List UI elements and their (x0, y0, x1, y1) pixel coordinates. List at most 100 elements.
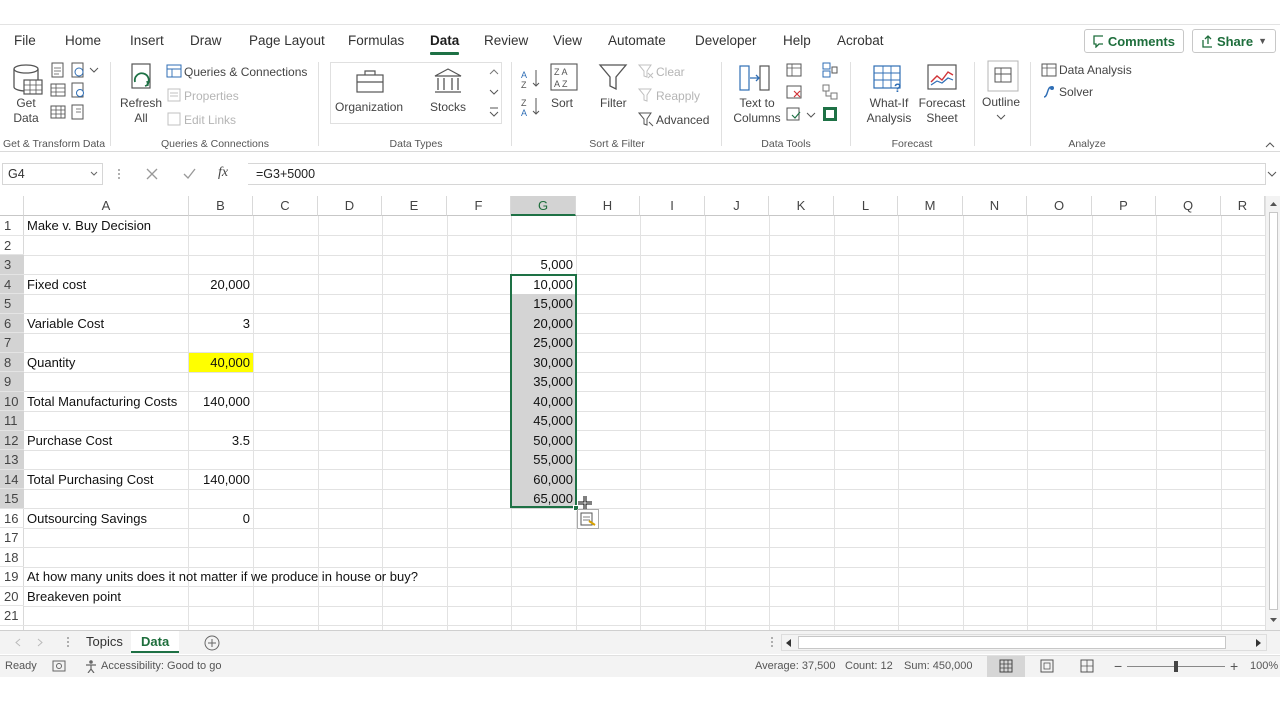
row-header[interactable]: 14 (0, 470, 24, 489)
normal-view-icon[interactable] (999, 659, 1013, 673)
cell-b10[interactable]: 140,000 (189, 392, 253, 412)
filter-button[interactable]: Filter (600, 96, 627, 110)
row-header[interactable]: 18 (0, 548, 24, 567)
text-to-columns-button[interactable]: Text to Columns (730, 96, 784, 126)
tab-home[interactable]: Home (65, 33, 101, 48)
select-all-button[interactable] (0, 196, 24, 216)
cell-g11[interactable]: 45,000 (511, 411, 576, 431)
data-analysis-button[interactable]: Data Analysis (1059, 63, 1132, 77)
accessibility-status[interactable]: Accessibility: Good to go (101, 660, 221, 672)
column-header[interactable]: A (24, 196, 189, 216)
row-header[interactable]: 10 (0, 392, 24, 411)
page-layout-view-icon[interactable] (1040, 659, 1054, 673)
row-header[interactable]: 5 (0, 294, 24, 314)
vertical-scrollbar[interactable] (1265, 196, 1280, 630)
cell-a6[interactable]: Variable Cost (24, 314, 107, 334)
enter-icon[interactable] (182, 167, 196, 181)
name-box[interactable]: G4 (2, 163, 103, 185)
row-header[interactable]: 20 (0, 587, 24, 606)
cell-g3[interactable]: 5,000 (511, 255, 576, 275)
tab-page-layout[interactable]: Page Layout (249, 33, 325, 48)
get-data-button[interactable]: Get Data (8, 96, 44, 126)
refresh-all-button[interactable]: Refresh All (118, 96, 164, 126)
cell-a10[interactable]: Total Manufacturing Costs (24, 392, 180, 412)
share-button[interactable]: Share ▼ (1192, 29, 1276, 53)
row-header[interactable]: 9 (0, 372, 24, 392)
horizontal-scroll-thumb[interactable] (798, 636, 1226, 649)
zoom-level[interactable]: 100% (1250, 660, 1278, 672)
row-header[interactable]: 6 (0, 314, 24, 333)
cell-a12[interactable]: Purchase Cost (24, 431, 115, 451)
cell-b4[interactable]: 20,000 (189, 275, 253, 295)
macro-recording-icon[interactable] (52, 659, 66, 673)
auto-fill-options-icon[interactable] (577, 509, 599, 529)
column-header[interactable]: M (898, 196, 963, 216)
outline-button[interactable]: Outline (982, 95, 1020, 109)
cell-g15[interactable]: 65,000 (511, 489, 576, 509)
column-header[interactable]: P (1092, 196, 1156, 216)
what-if-analysis-button[interactable]: What-If Analysis (862, 96, 916, 126)
cell-g4-active[interactable]: 10,000 (511, 274, 576, 294)
cell-a14[interactable]: Total Purchasing Cost (24, 470, 156, 490)
cell-a20[interactable]: Breakeven point (24, 587, 124, 607)
stocks-button[interactable]: Stocks (430, 100, 466, 114)
reapply-button[interactable]: Reapply (656, 89, 700, 103)
column-header[interactable]: F (447, 196, 511, 216)
row-header[interactable]: 15 (0, 489, 24, 509)
tab-developer[interactable]: Developer (695, 33, 757, 48)
edit-links-button[interactable]: Edit Links (184, 113, 236, 127)
row-header[interactable]: 16 (0, 509, 24, 528)
cell-a8[interactable]: Quantity (24, 353, 78, 373)
solver-button[interactable]: Solver (1059, 85, 1093, 99)
horizontal-scrollbar[interactable] (781, 634, 1267, 651)
organization-button[interactable]: Organization (335, 100, 403, 114)
row-header[interactable]: 8 (0, 353, 24, 372)
tab-view[interactable]: View (553, 33, 582, 48)
tab-automate[interactable]: Automate (608, 33, 666, 48)
clear-button[interactable]: Clear (656, 65, 685, 79)
cell-g12[interactable]: 50,000 (511, 430, 576, 450)
cell-g9[interactable]: 35,000 (511, 372, 576, 392)
scroll-thumb[interactable] (1269, 212, 1278, 610)
column-header[interactable]: I (640, 196, 705, 216)
cell-b8-highlighted[interactable]: 40,000 (189, 352, 253, 372)
scroll-up-icon[interactable] (1269, 200, 1278, 208)
status-count[interactable]: Count: 12 (845, 660, 893, 672)
row-header[interactable]: 3 (0, 255, 24, 275)
insert-function-icon[interactable]: fx (218, 165, 228, 181)
row-header[interactable]: 21 (0, 606, 24, 626)
column-header[interactable]: J (705, 196, 769, 216)
scroll-right-icon[interactable] (1254, 638, 1262, 648)
expand-formula-bar-icon[interactable] (1267, 170, 1277, 178)
row-header[interactable]: 7 (0, 333, 24, 353)
tab-acrobat[interactable]: Acrobat (837, 33, 884, 48)
forecast-sheet-button[interactable]: Forecast Sheet (914, 96, 970, 126)
cell-a4[interactable]: Fixed cost (24, 275, 89, 295)
zoom-out-icon[interactable]: − (1114, 658, 1122, 674)
advanced-button[interactable]: Advanced (656, 113, 709, 127)
formula-input[interactable]: =G3+5000 (248, 163, 1266, 185)
properties-button[interactable]: Properties (184, 89, 239, 103)
cell-b12[interactable]: 3.5 (189, 431, 253, 451)
page-break-preview-icon[interactable] (1080, 659, 1094, 673)
cell-a16[interactable]: Outsourcing Savings (24, 509, 150, 529)
add-sheet-icon[interactable] (204, 635, 220, 651)
next-sheet-icon[interactable] (36, 638, 44, 647)
tab-help[interactable]: Help (783, 33, 811, 48)
zoom-slider-thumb[interactable] (1174, 661, 1178, 672)
queries-connections-button[interactable]: Queries & Connections (184, 65, 307, 79)
zoom-in-icon[interactable]: + (1230, 658, 1238, 674)
tab-draw[interactable]: Draw (190, 33, 222, 48)
column-header-selected[interactable]: G (511, 196, 576, 216)
cell-a1[interactable]: Make v. Buy Decision (24, 216, 154, 236)
row-header[interactable]: 17 (0, 528, 24, 548)
comments-button[interactable]: Comments (1084, 29, 1184, 53)
column-header[interactable]: L (834, 196, 898, 216)
row-header[interactable]: 1 (0, 216, 24, 236)
column-header[interactable]: R (1221, 196, 1265, 216)
row-header[interactable]: 11 (0, 411, 24, 431)
status-sum[interactable]: Sum: 450,000 (904, 660, 973, 672)
sheet-tab-topics[interactable]: Topics (76, 631, 133, 653)
prev-sheet-icon[interactable] (14, 638, 22, 647)
column-header[interactable]: N (963, 196, 1027, 216)
